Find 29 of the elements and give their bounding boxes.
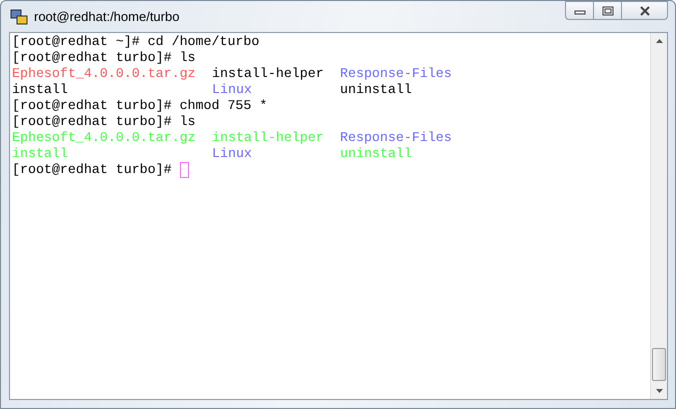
file-name: Linux — [212, 82, 252, 98]
file-name: Linux — [212, 146, 252, 162]
up-arrow-icon[interactable] — [656, 39, 662, 43]
terminal-line: [root@redhat turbo]# ls — [12, 50, 196, 66]
terminal-prompt: [root@redhat turbo]# — [12, 162, 172, 178]
file-name: install-helper — [212, 130, 324, 146]
file-name: uninstall — [340, 146, 412, 162]
cursor-icon — [180, 162, 189, 178]
close-button[interactable] — [621, 1, 668, 20]
file-name: install — [12, 82, 68, 98]
maximize-icon — [602, 6, 614, 16]
file-name: install — [12, 146, 68, 162]
file-name: Ephesoft_4.0.0.0.tar.gz — [12, 66, 196, 82]
window-title: root@redhat:/home/turbo — [34, 9, 180, 24]
terminal-line: [root@redhat turbo]# ls — [12, 114, 196, 130]
terminal-line: [root@redhat ~]# cd /home/turbo — [12, 34, 260, 50]
minimize-button[interactable] — [565, 1, 594, 20]
maximize-button[interactable] — [593, 1, 622, 20]
file-name: uninstall — [340, 82, 412, 98]
file-name: Response-Files — [340, 66, 452, 82]
computer-icon — [10, 8, 28, 26]
file-name: install-helper — [212, 66, 324, 82]
scroll-thumb[interactable] — [652, 348, 666, 381]
file-name: Ephesoft_4.0.0.0.tar.gz — [12, 130, 196, 146]
file-name: Response-Files — [340, 130, 452, 146]
close-icon — [638, 6, 652, 16]
scrollbar[interactable] — [650, 33, 667, 399]
terminal-line: [root@redhat turbo]# chmod 755 * — [12, 98, 268, 114]
down-arrow-icon[interactable] — [656, 389, 662, 393]
